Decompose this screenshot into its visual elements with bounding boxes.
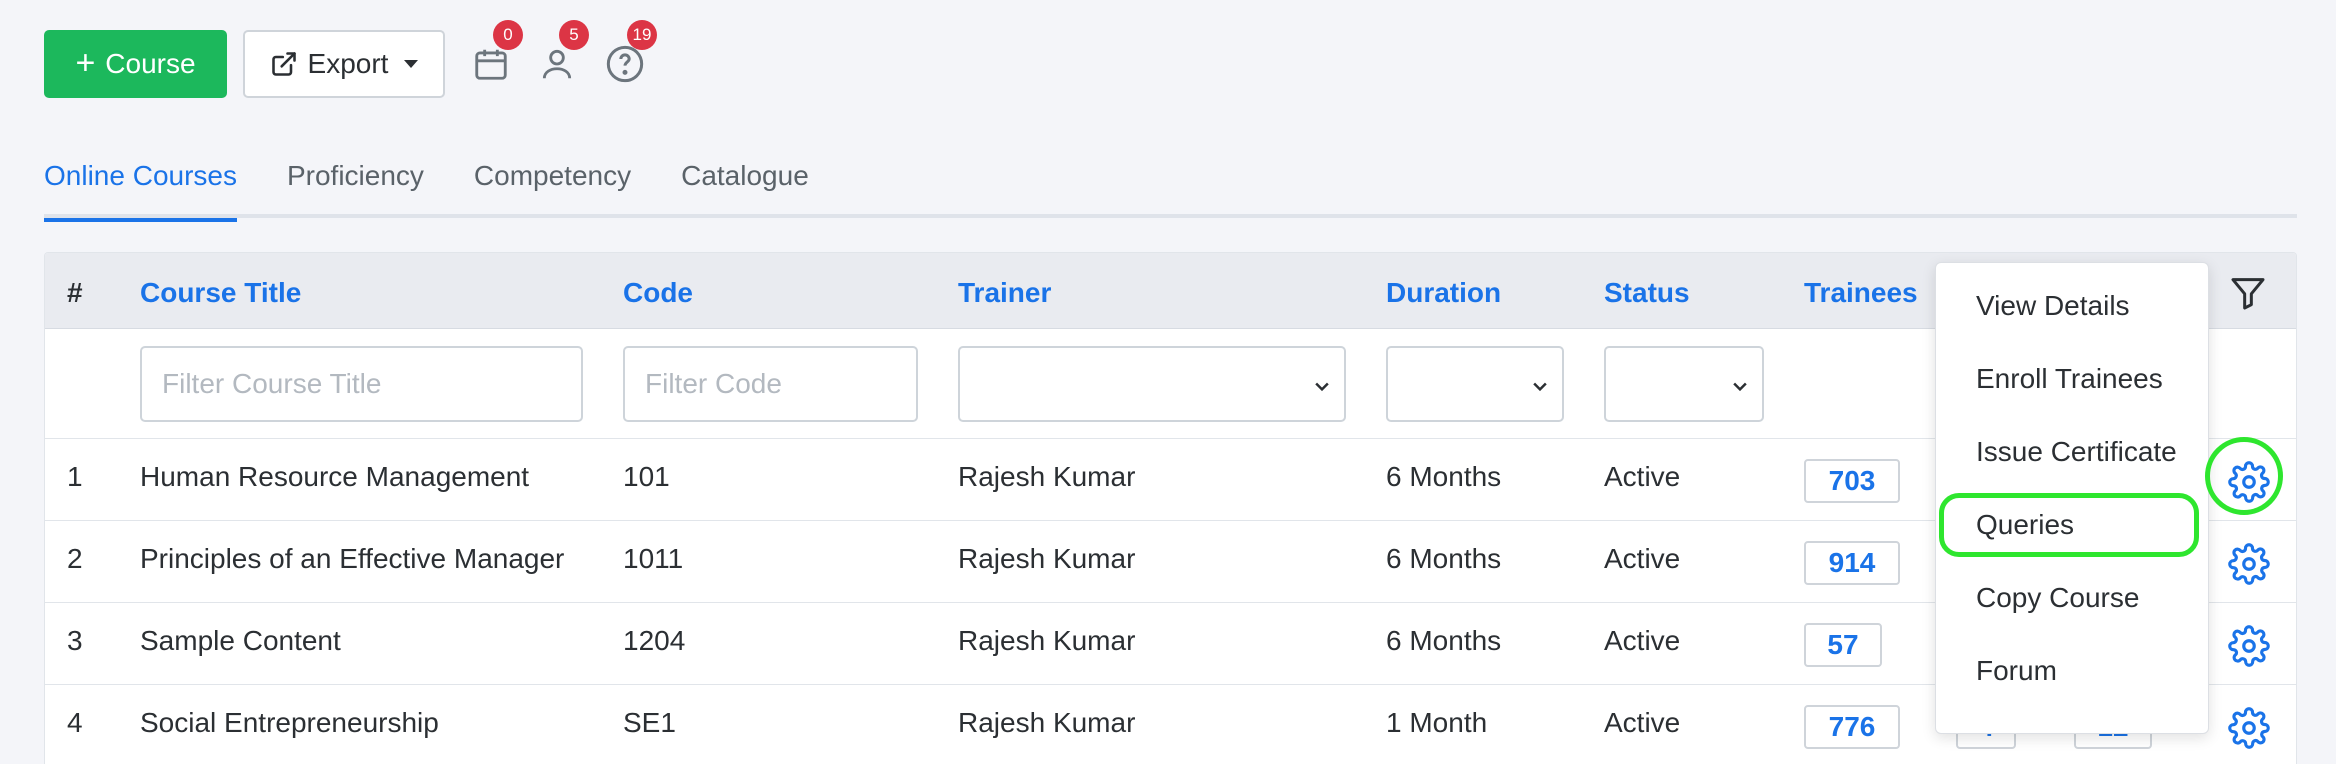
filter-status-select[interactable] [1604, 346, 1764, 422]
menu-item-issue-certificate[interactable]: Issue Certificate [1976, 436, 2177, 468]
calendar-badge: 0 [493, 20, 523, 50]
trainees-count-button[interactable]: 703 [1804, 459, 1900, 503]
course-trainer: Rajesh Kumar [958, 543, 1136, 574]
add-course-button[interactable]: + Course [44, 30, 227, 98]
menu-item-view-details[interactable]: View Details [1976, 290, 2130, 322]
help-notification[interactable]: 19 [601, 20, 657, 88]
help-icon [606, 45, 644, 83]
course-trainer: Rajesh Kumar [958, 625, 1136, 656]
trainees-count-button[interactable]: 57 [1804, 623, 1882, 667]
row-index: 3 [67, 625, 83, 656]
course-duration: 6 Months [1386, 625, 1502, 656]
export-button[interactable]: Export [243, 30, 445, 98]
header-code[interactable]: Code [623, 277, 693, 309]
menu-item-enroll-trainees[interactable]: Enroll Trainees [1976, 363, 2163, 395]
user-icon [542, 49, 572, 79]
course-title[interactable]: Principles of an Effective Manager [140, 543, 564, 575]
filter-code-input[interactable]: Filter Code [623, 346, 918, 422]
filter-duration-select[interactable] [1386, 346, 1564, 422]
menu-item-forum[interactable]: Forum [1976, 655, 2057, 687]
filter-trainer-select[interactable] [958, 346, 1346, 422]
calendar-notification[interactable]: 0 [467, 20, 523, 88]
gear-icon[interactable] [2228, 707, 2270, 749]
chevron-down-icon [1733, 382, 1747, 392]
plus-icon: + [75, 43, 96, 82]
chevron-down-icon [1315, 382, 1329, 392]
header-status[interactable]: Status [1604, 277, 1690, 309]
course-title[interactable]: Sample Content [140, 625, 341, 657]
course-tabs: Online Courses Proficiency Competency Ca… [44, 146, 2297, 222]
row-index: 1 [67, 461, 83, 492]
header-course-title[interactable]: Course Title [140, 277, 301, 309]
course-status: Active [1604, 543, 1681, 574]
header-trainer[interactable]: Trainer [958, 277, 1051, 309]
course-status: Active [1604, 625, 1681, 656]
course-code: SE1 [623, 707, 676, 738]
course-duration: 1 Month [1386, 707, 1488, 738]
chevron-down-icon [404, 60, 419, 68]
export-label: Export [307, 48, 389, 79]
course-status: Active [1604, 707, 1681, 738]
help-badge: 19 [627, 20, 657, 50]
tab-online-courses[interactable]: Online Courses [44, 146, 237, 222]
user-notification[interactable]: 5 [533, 20, 589, 88]
header-index: # [67, 277, 83, 308]
add-course-label: Course [105, 48, 196, 79]
course-trainer: Rajesh Kumar [958, 707, 1136, 738]
chevron-down-icon [1533, 382, 1547, 392]
gear-highlight [2205, 437, 2283, 515]
tab-catalogue[interactable]: Catalogue [681, 146, 809, 218]
gear-icon[interactable] [2228, 625, 2270, 667]
external-link-icon [271, 52, 296, 76]
filter-course-title-input[interactable]: Filter Course Title [140, 346, 583, 422]
header-trainees[interactable]: Trainees [1804, 277, 1918, 309]
tab-competency[interactable]: Competency [474, 146, 631, 218]
course-title[interactable]: Human Resource Management [140, 461, 529, 493]
course-code: 1011 [623, 543, 684, 574]
row-index: 4 [67, 707, 83, 738]
header-duration[interactable]: Duration [1386, 277, 1501, 309]
trainees-count-button[interactable]: 776 [1804, 705, 1900, 749]
course-title[interactable]: Social Entrepreneurship [140, 707, 439, 739]
tab-proficiency[interactable]: Proficiency [287, 146, 424, 218]
course-trainer: Rajesh Kumar [958, 461, 1136, 492]
course-duration: 6 Months [1386, 461, 1502, 492]
user-badge: 5 [559, 20, 589, 50]
course-duration: 6 Months [1386, 543, 1502, 574]
trainees-count-button[interactable]: 914 [1804, 541, 1900, 585]
queries-highlight [1939, 493, 2199, 557]
filter-icon[interactable] [2228, 273, 2268, 313]
course-status: Active [1604, 461, 1681, 492]
toolbar: + Course Export 0 5 19 [44, 20, 657, 98]
course-code: 101 [623, 461, 670, 492]
course-code: 1204 [623, 625, 686, 656]
gear-icon[interactable] [2228, 543, 2270, 585]
menu-item-copy-course[interactable]: Copy Course [1976, 582, 2139, 614]
row-index: 2 [67, 543, 83, 574]
calendar-icon [475, 49, 507, 80]
